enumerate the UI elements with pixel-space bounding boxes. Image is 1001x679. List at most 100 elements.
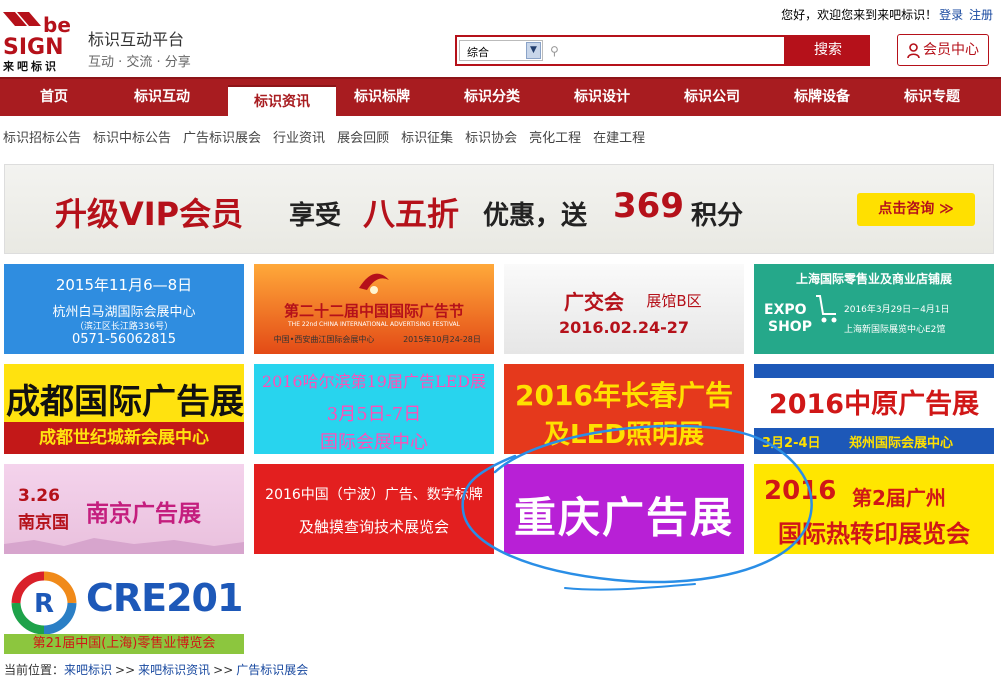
tile-text: 2016中原广告展 (768, 389, 980, 420)
tile-text: 重庆广告展 (513, 493, 734, 542)
tile-text: SHOP (768, 319, 812, 335)
subnav-item[interactable]: 广告标识展会 (183, 131, 261, 146)
svg-text:R: R (34, 589, 54, 619)
login-link[interactable]: 登录 (939, 8, 963, 22)
nav-sign-categories[interactable]: 标识分类 (438, 79, 546, 116)
tile-text: 南京广告展 (86, 501, 201, 527)
ad-tile-harbin[interactable]: 2016哈尔滨第19届广告LED展 3月5日-7日 国际会展中心 (254, 364, 494, 454)
subnav-item[interactable]: 展会回顾 (337, 131, 389, 146)
tile-text: 及LED照明展 (544, 420, 704, 450)
logo-text: 来吧标识 (3, 60, 59, 73)
tile-text: 郑州国际会展中心 (849, 436, 954, 451)
ad-tile-xian-festival[interactable]: 第二十二届中国国际广告节 THE 22nd CHINA INTERNATIONA… (254, 264, 494, 354)
ad-tile-hangzhou[interactable]: 2015年11月6—8日 杭州白马湖国际会展中心 （滨江区长江路336号） 05… (4, 264, 244, 354)
tile-text: CRE2016 (86, 576, 244, 620)
breadcrumb-separator: >> (213, 663, 234, 677)
tile-text: EXPO (764, 302, 807, 318)
svg-text:SIGN: SIGN (3, 35, 64, 56)
welcome-bar: 您好，欢迎您来到来吧标识！ 登录 注册 (781, 6, 993, 23)
search-category-select[interactable]: 综合 ▼ (459, 40, 543, 61)
slogan-main: 标识互动平台 (88, 30, 185, 49)
nav-sign-topics[interactable]: 标识专题 (878, 79, 986, 116)
breadcrumb-link-expo[interactable]: 广告标识展会 (236, 663, 308, 677)
subnav-item[interactable]: 标识协会 (465, 131, 517, 146)
tile-text: 0571-56062815 (72, 332, 176, 347)
tile-text: 2016.02.24-27 (558, 318, 690, 337)
ad-tile-changchun[interactable]: 2016年长春广告 及LED照明展 (504, 364, 744, 454)
tile-text: 2016哈尔滨第19届广告LED展 (261, 372, 487, 391)
subnav-item[interactable]: 亮化工程 (529, 131, 581, 146)
tile-text: THE 22nd CHINA INTERNATIONAL ADVERTISING… (288, 321, 460, 328)
ad-tile-chongqing[interactable]: 重庆广告展 (504, 464, 744, 554)
vip-text-gift: 优惠，送 (483, 201, 588, 231)
breadcrumb-label: 当前位置： (4, 663, 65, 677)
tile-text: 2015年11月6—8日 (55, 276, 193, 294)
tile-text: 及触摸查询技术展览会 (298, 518, 449, 536)
search-button[interactable]: 搜索 (786, 35, 870, 66)
breadcrumb: 当前位置：来吧标识 >> 来吧标识资讯 >> 广告标识展会 (4, 661, 308, 678)
subnav-item[interactable]: 行业资讯 (273, 131, 325, 146)
ad-tile-ningbo[interactable]: 2016中国（宁波）广告、数字标牌 及触摸查询技术展览会 (254, 464, 494, 554)
vip-text-points: 积分 (691, 201, 744, 231)
tile-text: 第二十二届中国国际广告节 (283, 302, 464, 320)
subnav-item[interactable]: 标识征集 (401, 131, 453, 146)
besign-logo-icon: be SIGN (3, 12, 71, 56)
register-link[interactable]: 注册 (969, 8, 993, 22)
tile-text: 2016中国（宁波）广告、数字标牌 (265, 487, 483, 503)
vip-banner[interactable]: 升级VIP会员 享受 八五折 优惠，送 369 积分 点击咨询 ≫ (4, 164, 994, 254)
vip-text-number: 369 (613, 186, 684, 226)
chevron-down-icon[interactable]: ▼ (526, 42, 541, 59)
search-box: 综合 ▼ ⚲ (455, 35, 786, 66)
tile-text: 第2届广州 (852, 486, 946, 510)
nav-sign-design[interactable]: 标识设计 (548, 79, 656, 116)
ad-tile-chengdu[interactable]: 成都国际广告展 成都世纪城新会展中心 (4, 364, 244, 454)
search-category-value: 综合 (467, 46, 489, 59)
tile-text: 上海国际零售业及商业店铺展 (795, 272, 952, 286)
member-center-button[interactable]: 会员中心 (897, 34, 989, 66)
subnav-item[interactable]: 标识招标公告 (3, 131, 81, 146)
nav-home[interactable]: 首页 (0, 79, 108, 116)
breadcrumb-link-news[interactable]: 来吧标识资讯 (138, 663, 210, 677)
ad-tile-nanjing[interactable]: 3.26 南京国 南京广告展 (4, 464, 244, 554)
ad-tile-canton-fair[interactable]: 广交会 展馆B区 2016.02.24-27 (504, 264, 744, 354)
breadcrumb-link-home[interactable]: 来吧标识 (64, 663, 112, 677)
vip-text-discount: 八五折 (363, 195, 460, 233)
ad-tile-cre2016[interactable]: R CRE2016 第21届中国(上海)零售业博览会 (4, 564, 244, 654)
tile-text: 3月5日-7日 (326, 404, 422, 425)
subnav-item[interactable]: 标识中标公告 (93, 131, 171, 146)
slogan-sub: 互动 · 交流 · 分享 (88, 55, 191, 70)
nav-sign-equipment[interactable]: 标牌设备 (768, 79, 876, 116)
tile-text: （滨江区长江路336号） (74, 322, 174, 332)
tile-text: 2016 (764, 476, 837, 506)
cre-logo-icon: R (11, 571, 77, 635)
nav-sign-news[interactable]: 标识资讯 (228, 85, 336, 118)
ad-tile-zhongyuan[interactable]: 2016中原广告展 3月2-4日 郑州国际会展中心 (754, 364, 994, 454)
tile-text: 3.26 (18, 486, 60, 506)
tile-text: 2015年10月24-28日 (403, 335, 481, 344)
festival-logo-icon (359, 273, 389, 294)
vip-text-upgrade: 升级VIP会员 (55, 195, 244, 233)
tile-text: 展馆B区 (646, 292, 702, 310)
tile-text: 南京国 (18, 513, 69, 533)
nav-sign-boards[interactable]: 标识标牌 (328, 79, 436, 116)
ad-tile-expo-shop[interactable]: 上海国际零售业及商业店铺展 EXPO SHOP 2016年3月29日－4月1日 … (754, 264, 994, 354)
tile-text: 3月2-4日 (762, 436, 821, 451)
search-input[interactable] (565, 41, 779, 61)
greeting-text: 您好，欢迎您来到来吧标识！ (781, 8, 938, 22)
nav-sign-companies[interactable]: 标识公司 (658, 79, 766, 116)
tile-text: 2016年长春广告 (515, 379, 733, 412)
subnav-item[interactable]: 在建工程 (593, 131, 645, 146)
breadcrumb-separator: >> (115, 663, 136, 677)
page: 您好，欢迎您来到来吧标识！ 登录 注册 be SIGN 来吧标识 标识互动平台 互… (0, 0, 1001, 679)
vip-consult-button[interactable]: 点击咨询 ≫ (857, 193, 975, 226)
tile-text: 国际会展中心 (320, 432, 428, 453)
main-nav: 首页 标识互动 标识资讯 标识标牌 标识分类 标识设计 标识公司 标牌设备 标识… (0, 77, 1001, 118)
nav-sign-interaction[interactable]: 标识互动 (108, 79, 216, 116)
shopping-cart-icon (816, 295, 837, 323)
tile-text: 成都国际广告展 (6, 382, 244, 422)
site-logo[interactable]: be SIGN 来吧标识 (3, 12, 79, 73)
tile-text: 国际热转印展览会 (778, 520, 970, 548)
ad-tile-guangzhou[interactable]: 2016 第2届广州 国际热转印展览会 (754, 464, 994, 554)
member-center-label: 会员中心 (923, 42, 979, 58)
tile-text: 杭州白马湖国际会展中心 (52, 305, 196, 320)
